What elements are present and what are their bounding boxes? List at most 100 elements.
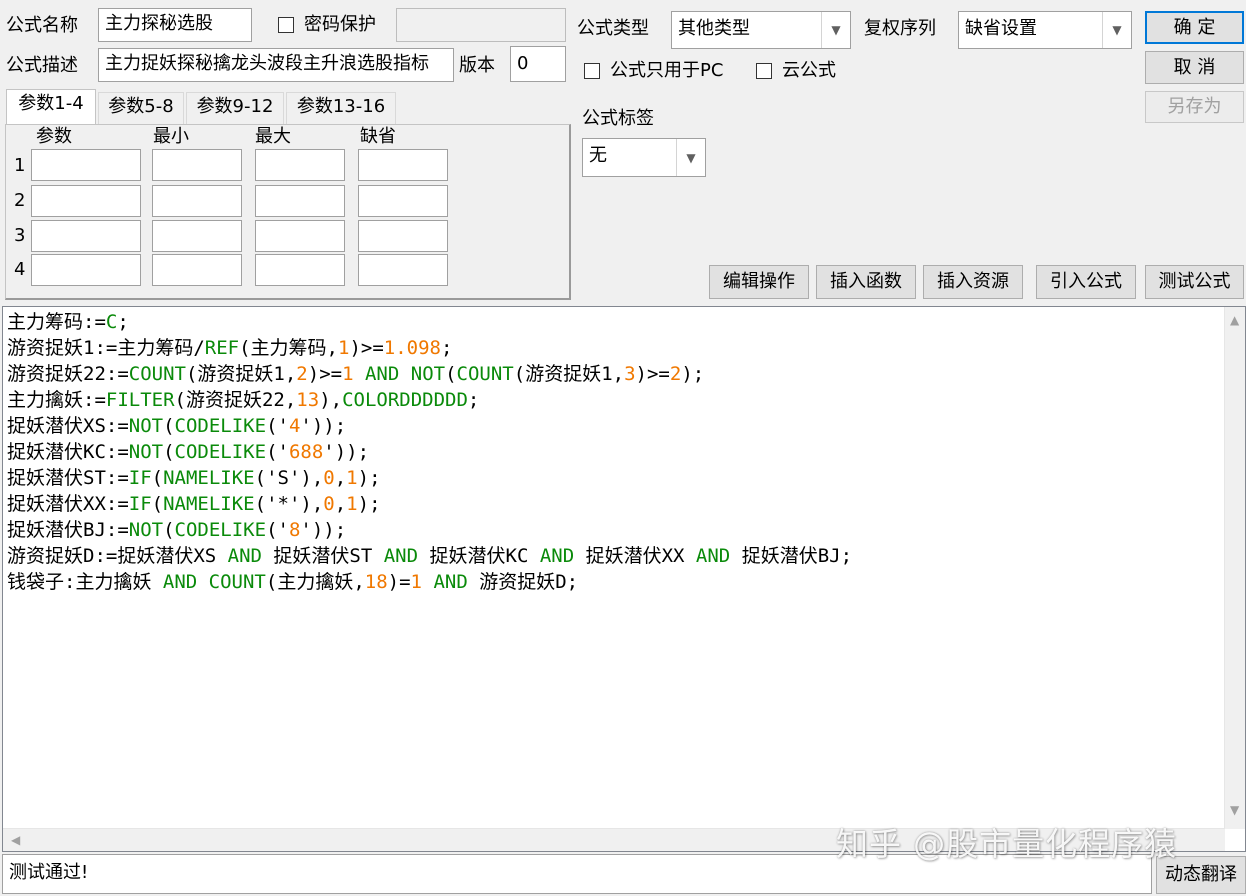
test-formula-button[interactable]: 测试公式 [1145,265,1244,299]
formula-code[interactable]: 主力筹码:=C; 游资捉妖1:=主力筹码/REF(主力筹码,1)>=1.098; 游… [7,309,852,595]
formula-name-input[interactable]: 主力探秘选股 [98,8,252,42]
code-number: 2 [296,363,308,385]
param-3-name[interactable] [31,220,141,252]
version-input[interactable]: 0 [510,46,566,82]
tab-params-5-8[interactable]: 参数5-8 [98,92,184,124]
code-number: 13 [296,389,320,411]
param-4-default[interactable] [358,254,448,286]
tab-params-9-12[interactable]: 参数9-12 [186,92,284,124]
password-input[interactable] [396,8,566,42]
code-text: 捉妖潜伏ST [261,545,384,567]
param-header-default: 缺省 [360,126,396,147]
formula-editor[interactable]: 主力筹码:=C; 游资捉妖1:=主力筹码/REF(主力筹码,1)>=1.098; 游… [2,306,1246,852]
code-keyword: AND [162,571,198,593]
code-text: 游资捉妖1:=主力筹码/ [7,337,205,359]
insert-function-button[interactable]: 插入函数 [816,265,916,299]
edit-operation-button[interactable]: 编辑操作 [709,265,809,299]
code-keyword: IF [128,493,152,515]
code-text: 钱袋子:主力擒妖 [7,571,163,593]
chevron-down-icon[interactable]: ▼ [821,12,850,48]
param-4-min[interactable] [152,254,242,286]
formula-desc-label: 公式描述 [6,55,78,76]
insert-resource-button[interactable]: 插入资源 [923,265,1023,299]
code-text: ); [357,493,381,515]
chevron-down-icon[interactable]: ▼ [676,139,705,176]
formula-type-select[interactable]: 其他类型 ▼ [671,11,851,49]
param-row-number: 3 [14,225,26,246]
param-4-name[interactable] [31,254,141,286]
param-3-default[interactable] [358,220,448,252]
param-row-number: 2 [14,190,26,211]
chevron-down-icon[interactable]: ▼ [1102,12,1131,48]
formula-tag-select[interactable]: 无 ▼ [582,138,706,177]
params-panel: 参数 最小 最大 缺省 1 2 3 4 [5,124,571,300]
param-2-default[interactable] [358,185,448,217]
password-checkbox[interactable] [278,17,294,33]
code-keyword: REF [204,337,240,359]
param-1-max[interactable] [255,149,345,181]
pc-only-label: 公式只用于PC [610,60,724,81]
code-text: ); [681,363,705,385]
code-number: 1 [346,467,358,489]
cloud-label: 云公式 [782,60,836,81]
cloud-checkbox[interactable] [756,63,772,79]
param-3-max[interactable] [255,220,345,252]
rights-series-select[interactable]: 缺省设置 ▼ [958,11,1132,49]
param-2-max[interactable] [255,185,345,217]
pc-only-checkbox[interactable] [584,63,600,79]
code-text: 捉妖潜伏BJ; [730,545,853,567]
formula-desc-input[interactable]: 主力捉妖探秘擒龙头波段主升浪选股指标 [98,48,454,82]
formula-name-label: 公式名称 [6,15,78,36]
code-line: 捉妖潜伏BJ:=NOT(CODELIKE('8')); [7,517,852,543]
code-text: (游资捉妖1, [185,363,297,385]
code-text: ')); [300,519,347,541]
code-keyword: AND [433,571,468,593]
code-text: )>= [349,337,384,359]
param-header-min: 最小 [153,126,189,147]
vertical-scrollbar[interactable]: ▲ ▼ [1224,307,1245,829]
code-text: ; [467,389,480,411]
code-text: ('*'), [254,493,324,515]
code-text: 捉妖潜伏KC:= [7,441,129,463]
code-keyword: NOT [128,519,164,541]
param-2-min[interactable] [152,185,242,217]
param-3-min[interactable] [152,220,242,252]
password-label: 密码保护 [304,14,376,35]
rights-series-value: 缺省设置 [965,18,1037,39]
ok-button[interactable]: 确 定 [1145,11,1244,44]
scroll-up-icon[interactable]: ▲ [1230,313,1239,327]
code-line: 游资捉妖1:=主力筹码/REF(主力筹码,1)>=1.098; [7,335,852,361]
code-text: , [334,467,347,489]
code-number: 1 [342,363,354,385]
code-text: ('S'), [254,467,324,489]
code-text: 主力筹码:= [7,311,106,333]
param-header-name: 参数 [36,126,72,147]
code-keyword: CODELIKE [174,441,267,463]
formula-tag-value: 无 [589,145,607,166]
code-number: 4 [288,415,301,437]
rights-series-label: 复权序列 [864,18,936,39]
import-formula-button[interactable]: 引入公式 [1036,265,1136,299]
code-text: , [334,493,347,515]
code-keyword: COUNT [208,571,266,593]
param-row-number: 4 [14,259,26,280]
save-as-button[interactable]: 另存为 [1145,91,1244,123]
param-4-max[interactable] [255,254,345,286]
cancel-button[interactable]: 取 消 [1145,51,1244,84]
code-line: 捉妖潜伏XX:=IF(NAMELIKE('*'),0,1); [7,491,852,517]
scroll-down-icon[interactable]: ▼ [1230,803,1239,817]
param-1-min[interactable] [152,149,242,181]
param-1-name[interactable] [31,149,141,181]
scroll-left-icon[interactable]: ◀ [11,833,20,847]
code-keyword: COUNT [456,363,514,385]
tab-params-13-16[interactable]: 参数13-16 [286,92,396,124]
tab-params-1-4[interactable]: 参数1-4 [6,89,96,127]
code-text: ); [357,467,381,489]
code-keyword: COUNT [128,363,186,385]
code-text: 游资捉妖D:=捉妖潜伏XS [7,545,228,567]
code-line: 捉妖潜伏ST:=IF(NAMELIKE('S'),0,1); [7,465,852,491]
code-text: )>= [635,363,670,385]
param-2-name[interactable] [31,185,141,217]
param-1-default[interactable] [358,149,448,181]
